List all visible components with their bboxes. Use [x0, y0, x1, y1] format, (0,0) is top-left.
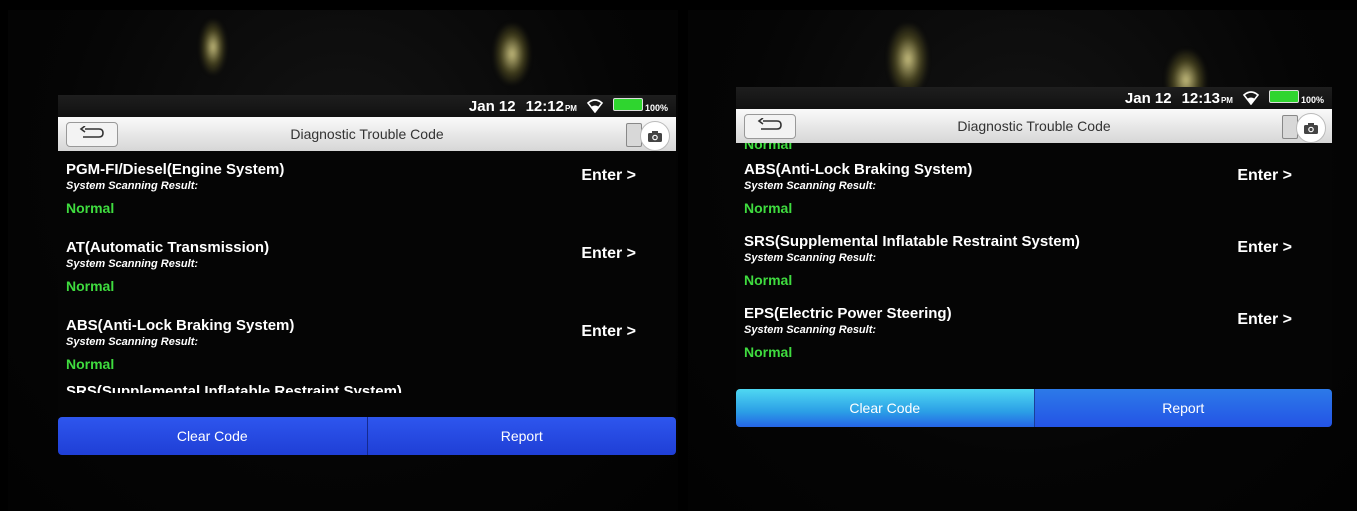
battery-icon [612, 97, 643, 111]
photo-left: Jan 12 12:12PM 100% Diagnostic Trouble C… [8, 10, 678, 511]
screenshot-control[interactable] [626, 121, 670, 151]
report-button[interactable]: Report [366, 417, 676, 455]
enter-button[interactable]: Enter > [1237, 167, 1292, 185]
list-item[interactable]: SRS(Supplemental Inflatable Restraint Sy… [736, 223, 1332, 295]
status-normal: Normal [744, 344, 793, 360]
status-date: Jan 12 [468, 97, 516, 115]
page-title: Diagnostic Trouble Code [290, 126, 444, 142]
system-list: PGM-FI/Diesel(Engine System) System Scan… [58, 151, 676, 415]
status-normal: Normal [744, 200, 793, 216]
list-item[interactable]: EPS(Electric Power Steering) System Scan… [736, 295, 1332, 367]
status-time: 12:12PM [525, 97, 577, 115]
enter-button[interactable]: Enter > [581, 245, 636, 263]
clear-code-button[interactable]: Clear Code [736, 389, 1034, 427]
photo-right: Jan 12 12:13PM 100% Diagnostic Trouble C… [688, 10, 1357, 511]
device-screen: Jan 12 12:12PM 100% Diagnostic Trouble C… [58, 95, 676, 455]
status-normal: Normal [66, 278, 115, 294]
clear-code-button[interactable]: Clear Code [58, 417, 367, 455]
list-item[interactable]: AT(Automatic Transmission) System Scanni… [58, 229, 676, 307]
device-screen: Jan 12 12:13PM 100% Diagnostic Trouble C… [736, 87, 1332, 427]
back-arrow-icon [757, 117, 783, 135]
back-arrow-icon [79, 125, 105, 143]
battery-icon [1268, 89, 1299, 103]
status-time: 12:13PM [1181, 89, 1233, 107]
glare-light [494, 24, 530, 84]
action-bar: Clear Code Report [736, 389, 1332, 427]
enter-button[interactable]: Enter > [1237, 311, 1292, 329]
enter-button[interactable]: Enter > [581, 167, 636, 185]
status-date: Jan 12 [1124, 89, 1172, 107]
status-bar: Jan 12 12:12PM 100% [58, 95, 676, 117]
camera-icon[interactable] [1296, 113, 1326, 143]
status-normal: Normal [66, 356, 115, 372]
report-button[interactable]: Report [1033, 389, 1332, 427]
partial-status-normal: Normal [744, 143, 793, 152]
wifi-icon [586, 99, 604, 114]
status-normal: Normal [744, 272, 793, 288]
wifi-icon [1242, 91, 1260, 106]
battery-indicator: 100% [612, 97, 668, 115]
list-item[interactable]: PGM-FI/Diesel(Engine System) System Scan… [58, 151, 676, 229]
screenshot-control[interactable] [1282, 113, 1326, 143]
system-list: Normal ABS(Anti-Lock Braking System) Sys… [736, 143, 1332, 387]
title-bar: Diagnostic Trouble Code [58, 117, 676, 151]
enter-button[interactable]: Enter > [581, 323, 636, 341]
back-button[interactable] [66, 122, 118, 147]
glare-light [888, 24, 928, 94]
list-item[interactable]: ABS(Anti-Lock Braking System) System Sca… [58, 307, 676, 385]
title-bar: Diagnostic Trouble Code [736, 109, 1332, 143]
enter-button[interactable]: Enter > [1237, 239, 1292, 257]
back-button[interactable] [744, 114, 796, 139]
glare-light [200, 20, 226, 74]
partial-list-item: SRS(Supplemental Inflatable Restraint Sy… [58, 385, 676, 393]
page-title: Diagnostic Trouble Code [957, 118, 1111, 134]
list-item[interactable]: ABS(Anti-Lock Braking System) System Sca… [736, 151, 1332, 223]
action-bar: Clear Code Report [58, 417, 676, 455]
battery-indicator: 100% [1268, 89, 1324, 107]
status-normal: Normal [66, 200, 115, 216]
camera-icon[interactable] [640, 121, 670, 151]
status-bar: Jan 12 12:13PM 100% [736, 87, 1332, 109]
